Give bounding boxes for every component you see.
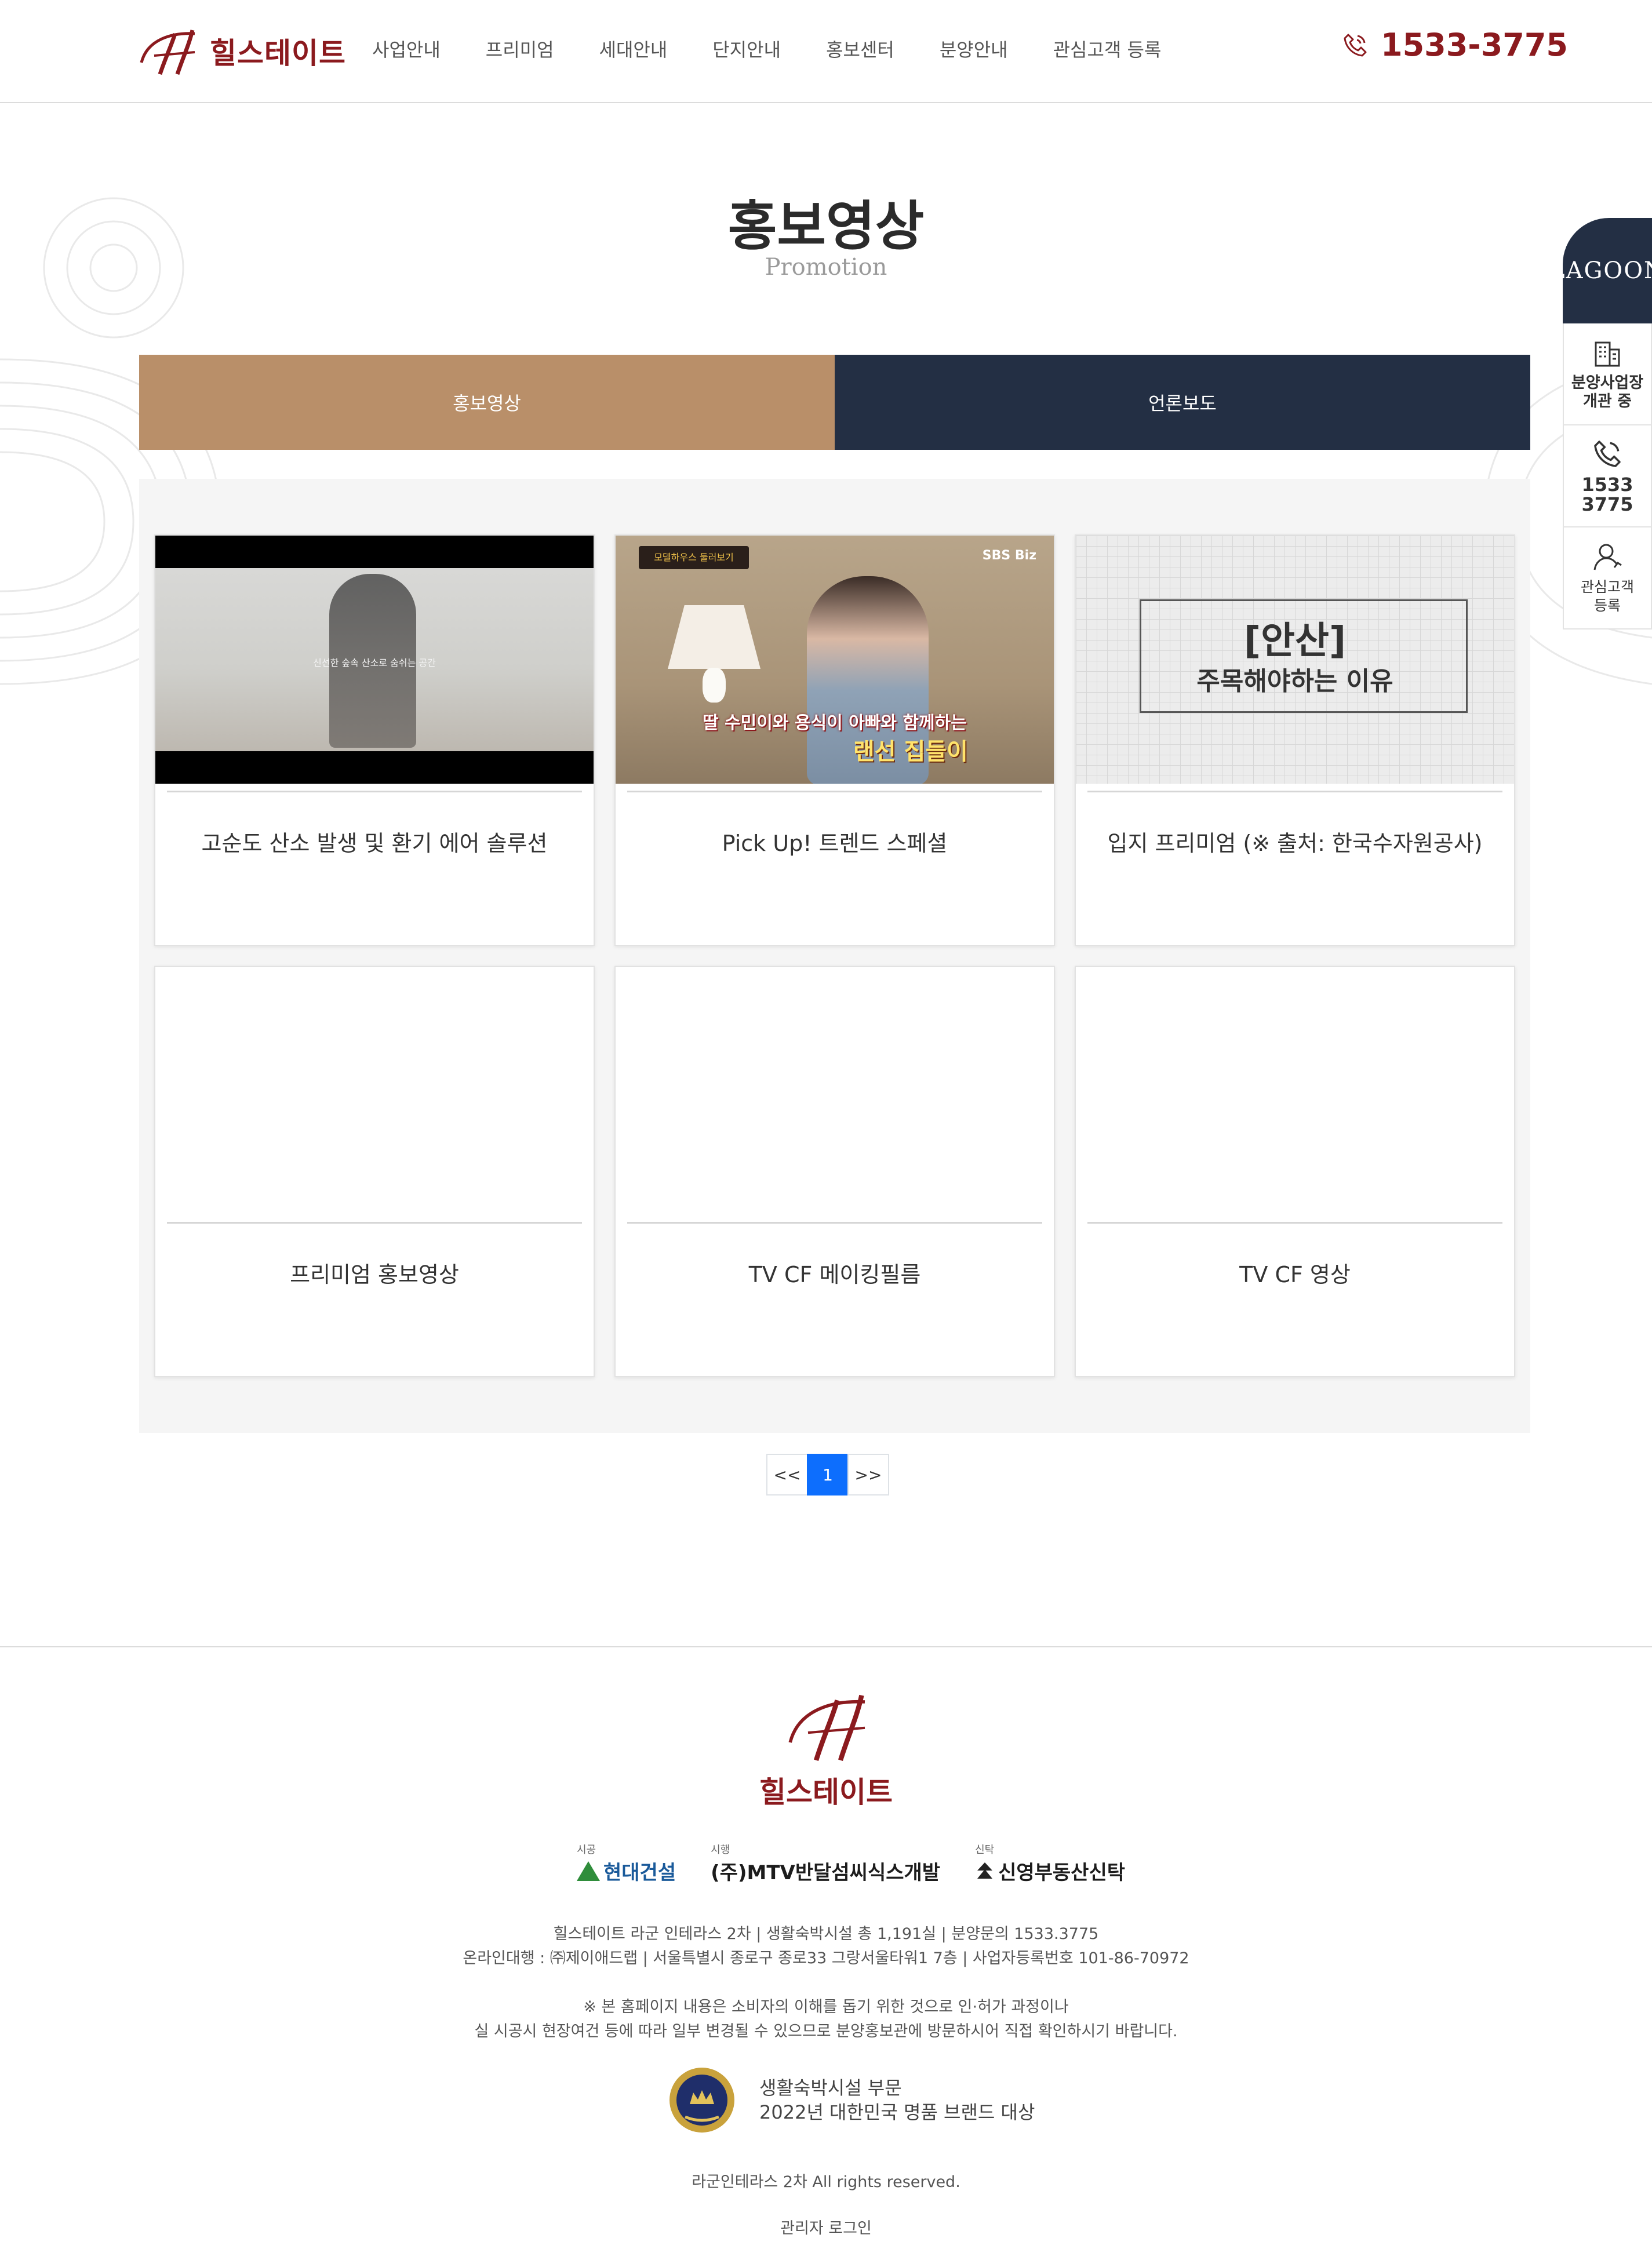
thumbnail-subheading: 주목해야하는 이유 [1196, 667, 1393, 696]
thumbnail-channel: SBS Biz [982, 548, 1036, 563]
copyright: 라군인테라스 2차 All rights reserved. [692, 2173, 960, 2191]
quick-menu-label: 관심고객 등록 [1580, 578, 1634, 614]
pagination-next-button[interactable]: >> [847, 1454, 889, 1495]
pagination-page-1[interactable]: 1 [807, 1454, 849, 1495]
partner-name: (주)MTV반달섬씨식스개발 [711, 1861, 941, 1884]
video-gallery: 신선한 숲속 산소로 숨쉬는 공간 고순도 산소 발생 및 환기 에어 솔루션 … [139, 479, 1530, 1433]
award-text: 생활숙박시설 부문 2022년 대한민국 명품 브랜드 대상 [759, 2076, 1035, 2124]
hyundai-logo-icon [577, 1861, 600, 1881]
award-category: 생활숙박시설 부문 [759, 2077, 902, 2099]
page-title: 홍보영상 [727, 195, 925, 257]
video-card[interactable]: 모델하우스 둘러보기 SBS Biz 딸 수민이와 용식이 아빠와 함께하는 랜… [614, 534, 1055, 946]
thumbnail-subtitle: 딸 수민이와 용식이 아빠와 함께하는 [703, 713, 967, 733]
footer-notice-line: 실 시공시 현장여건 등에 따라 일부 변경될 수 있으므로 분양홍보관에 방문… [474, 2022, 1178, 2040]
quick-menu-phone[interactable]: 1533 3775 [1563, 425, 1652, 527]
site-footer: 힐스테이트 시공 현대건설 시행 (주)MTV반달섬씨식스개발 신탁 신영부동산… [0, 1646, 1652, 2256]
video-thumbnail-empty [616, 967, 1054, 1215]
header-logo[interactable]: 힐스테이트 [137, 22, 346, 80]
admin-login-link[interactable]: 관리자 로그인 [0, 2215, 1652, 2238]
tab-press-release[interactable]: 언론보도 [835, 355, 1530, 450]
partner-role: 시행 [711, 1844, 730, 1856]
nav-item-business[interactable]: 사업안내 [372, 32, 441, 67]
video-title: Pick Up! 트렌드 스페셜 [722, 831, 948, 856]
nav-item-complex[interactable]: 단지안내 [712, 32, 781, 67]
thumbnail-subtitle-large: 랜선 집들이 [853, 738, 968, 765]
thumbnail-lamp-base [703, 668, 726, 703]
card-divider [1087, 1222, 1502, 1224]
partner-name: 현대건설 [603, 1861, 676, 1884]
nav-item-pr-center[interactable]: 홍보센터 [826, 32, 894, 67]
video-thumbnail-empty [1076, 967, 1514, 1215]
lagoon-logo-button[interactable]: LAGOON [1549, 218, 1652, 323]
award-title: 2022년 대한민국 명품 브랜드 대상 [759, 2101, 1035, 2123]
hillstate-logo-icon [140, 30, 195, 75]
tab-promotion-video[interactable]: 홍보영상 [139, 355, 835, 450]
partner-constructor: 시공 현대건설 [577, 1842, 676, 1885]
nav-item-units[interactable]: 세대안내 [599, 32, 668, 67]
video-title: 프리미엄 홍보영상 [290, 1262, 459, 1287]
quick-menu-label: 1533 3775 [1581, 474, 1633, 515]
video-title: TV CF 메이킹필름 [748, 1262, 921, 1287]
content-tabs: 홍보영상 언론보도 [139, 355, 1530, 450]
video-title: 고순도 산소 발생 및 환기 에어 솔루션 [201, 831, 548, 856]
partner-name: 신영부동산신탁 [998, 1861, 1126, 1884]
video-thumbnail: [안산] 주목해야하는 이유 [1076, 536, 1514, 784]
quick-menu: LAGOON 분양사업장개관 중 15333775 관심고객등록 [1549, 218, 1652, 630]
partner-role: 시공 [577, 1844, 596, 1856]
page-subtitle: Promotion [765, 254, 887, 281]
card-divider [627, 791, 1042, 792]
nav-item-sales[interactable]: 분양안내 [940, 32, 1008, 67]
partner-role: 신탁 [975, 1844, 995, 1856]
video-card[interactable]: TV CF 메이킹필름 [614, 966, 1055, 1377]
footer-info-line: 온라인대행 : ㈜제이애드랩 | 서울특별시 종로구 종로33 그랑서울타워1 … [463, 1949, 1189, 1967]
lagoon-logo-text: LAGOON [1549, 257, 1652, 284]
footer-info-line: 힐스테이트 라군 인테라스 2차 | 생활숙박시설 총 1,191실 | 분양문… [553, 1925, 1099, 1943]
video-card[interactable]: 신선한 숲속 산소로 숨쉬는 공간 고순도 산소 발생 및 환기 에어 솔루션 [154, 534, 595, 946]
logo-text: 힐스테이트 [210, 37, 346, 70]
building-icon [1595, 341, 1620, 367]
main-nav: 사업안내 프리미엄 세대안내 단지안내 홍보센터 분양안내 관심고객 등록 [372, 32, 1161, 67]
video-title: TV CF 영상 [1239, 1262, 1351, 1287]
nav-item-register[interactable]: 관심고객 등록 [1053, 32, 1162, 67]
quick-menu-sales-office[interactable]: 분양사업장 개관 중 [1563, 323, 1652, 425]
thumbnail-heading: [안산] [1243, 620, 1347, 663]
partner-developer: 시행 (주)MTV반달섬씨식스개발 [711, 1842, 940, 1885]
pagination: << 1 >> [766, 1454, 889, 1495]
video-thumbnail: 모델하우스 둘러보기 SBS Biz 딸 수민이와 용식이 아빠와 함께하는 랜… [616, 536, 1054, 784]
partner-list: 시공 현대건설 시행 (주)MTV반달섬씨식스개발 신탁 신영부동산신탁 [577, 1842, 1160, 1885]
thumbnail-lamp [668, 605, 760, 669]
site-header: 힐스테이트 사업안내 프리미엄 세대안내 단지안내 홍보센터 분양안내 관심고객… [0, 0, 1652, 103]
card-divider [627, 1222, 1042, 1224]
phone-number: 1533-3775 [1381, 27, 1568, 63]
pagination-prev-button[interactable]: << [766, 1454, 808, 1495]
video-thumbnail: 신선한 숲속 산소로 숨쉬는 공간 [155, 536, 594, 784]
shinyoung-logo-icon [977, 1862, 993, 1879]
video-title: 입지 프리미엄 (※ 출처: 한국수자원공사) [1107, 831, 1483, 856]
phone-icon [1344, 34, 1367, 56]
card-divider [167, 791, 582, 792]
nav-item-premium[interactable]: 프리미엄 [486, 32, 554, 67]
card-divider [167, 1222, 582, 1224]
user-icon [1593, 544, 1622, 570]
phone-icon [1594, 441, 1621, 467]
thumbnail-bedroom-scene: 신선한 숲속 산소로 숨쉬는 공간 [155, 568, 594, 751]
thumbnail-badge: 모델하우스 둘러보기 [639, 546, 749, 569]
video-card[interactable]: [안산] 주목해야하는 이유 입지 프리미엄 (※ 출처: 한국수자원공사) [1075, 534, 1515, 946]
thumbnail-caption: 신선한 숲속 산소로 숨쉬는 공간 [313, 657, 436, 668]
award-badge: 생활숙박시설 부문 2022년 대한민국 명품 브랜드 대상 [668, 2066, 1035, 2134]
hillstate-logo-icon [788, 1694, 865, 1762]
footer-logo-text: 힐스테이트 [759, 1775, 893, 1809]
card-divider [1087, 791, 1502, 792]
video-thumbnail-empty [155, 967, 594, 1215]
video-card[interactable]: TV CF 영상 [1075, 966, 1515, 1377]
partner-name-wrap: 현대건설 [577, 1857, 676, 1885]
quick-menu-register[interactable]: 관심고객 등록 [1563, 527, 1652, 630]
header-phone[interactable]: 1533-3775 [1341, 27, 1568, 63]
footer-notice-line: ※ 본 홈페이지 내용은 소비자의 이해를 돕기 위한 것으로 인·허가 과정이… [583, 1998, 1069, 2016]
partner-name-wrap: 신영부동산신탁 [975, 1857, 1125, 1885]
quick-menu-label: 분양사업장 개관 중 [1571, 374, 1644, 410]
award-medal-icon [669, 2068, 734, 2133]
partner-trust: 신탁 신영부동산신탁 [975, 1842, 1125, 1885]
video-card[interactable]: 프리미엄 홍보영상 [154, 966, 595, 1377]
